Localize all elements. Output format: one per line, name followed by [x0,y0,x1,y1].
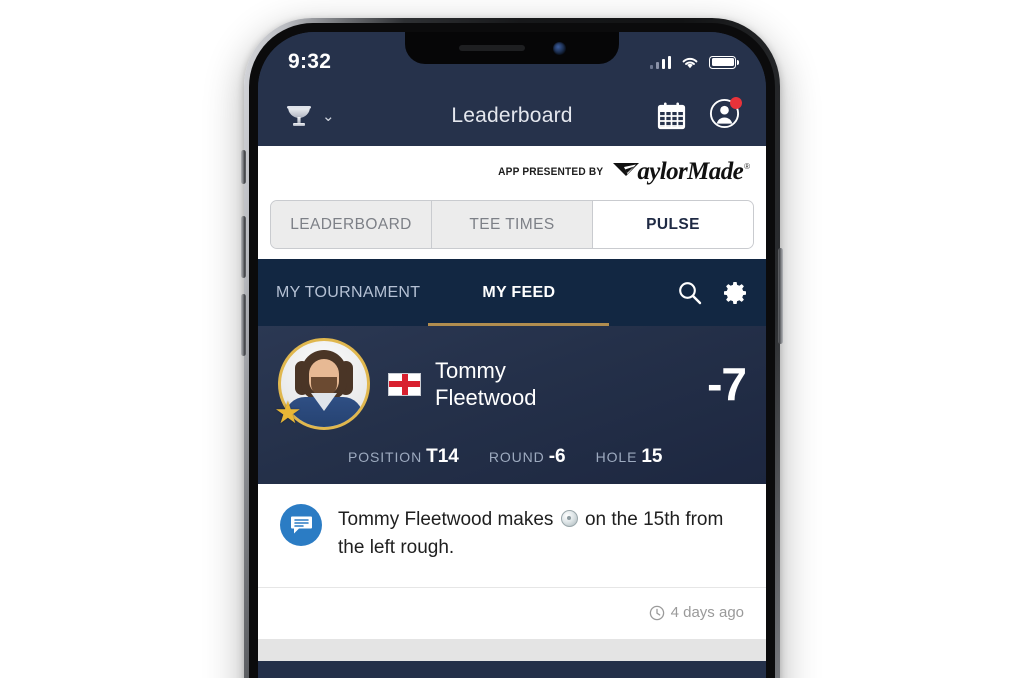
taylormade-wordmark: aylorMade [637,157,744,185]
phone-screen: 9:32 ⌄ Leaderboard APP PRESENTED BY aylo… [258,32,766,678]
stat-hole: HOLE 15 [596,446,663,468]
earpiece-speaker [458,45,525,51]
registered-mark: ® [744,161,750,171]
calendar-icon[interactable] [656,101,687,131]
status-bar-clock: 9:32 [288,50,332,73]
chevron-down-icon: ⌄ [322,108,335,125]
tournament-selector[interactable]: ⌄ [284,103,335,129]
phone-device-frame: 9:32 ⌄ Leaderboard APP PRESENTED BY aylo… [241,18,783,678]
feed-text-before: Tommy Fleetwood makes [338,509,554,530]
player-header: ★ Tommy Fleetwood -7 [274,338,747,430]
player-score: -7 [707,358,747,410]
feed-next-item-placeholder [258,639,766,662]
stat-position-value: T14 [426,446,459,467]
power-button[interactable] [778,248,783,344]
favorite-star-icon: ★ [274,395,302,430]
segmented-control-container: LEADERBOARD TEE TIMES PULSE [258,197,766,259]
player-card[interactable]: ★ Tommy Fleetwood -7 POSITION T14 ROUND … [258,326,766,484]
feed-item-text: Tommy Fleetwood makes on the 15th from t… [338,504,744,561]
feed-list: Tommy Fleetwood makes on the 15th from t… [258,484,766,662]
subtab-my-feed[interactable]: MY FEED [428,259,610,326]
taylormade-mark-icon [613,162,640,176]
profile-button[interactable] [709,97,742,134]
england-flag-icon [388,372,421,396]
player-avatar-wrap: ★ [274,338,370,430]
segmented-control: LEADERBOARD TEE TIMES PULSE [270,200,754,249]
tab-pulse[interactable]: PULSE [593,201,753,248]
sub-tab-bar: MY TOURNAMENT MY FEED [258,259,766,326]
player-first-name: Tommy [435,357,506,383]
volume-down-button[interactable] [241,294,246,356]
tab-tee-times[interactable]: TEE TIMES [432,201,593,248]
stat-position: POSITION T14 [348,446,459,468]
player-stats: POSITION T14 ROUND -6 HOLE 15 [348,446,746,468]
clock-icon [649,605,664,620]
speech-bubble-icon [290,516,312,534]
trophy-icon [287,106,311,126]
stat-round-label: ROUND [488,449,545,465]
stat-hole-label: HOLE [595,449,638,465]
feed-item-meta: 4 days ago [258,588,766,639]
volume-up-button[interactable] [241,216,246,278]
battery-icon [709,55,739,69]
subtab-my-tournament[interactable]: MY TOURNAMENT [276,259,420,326]
search-icon[interactable] [677,280,702,305]
sponsor-banner: APP PRESENTED BY aylorMade ® [258,146,766,197]
player-identity: Tommy Fleetwood [388,357,697,412]
player-last-name: Fleetwood [435,385,537,410]
taylormade-logo: aylorMade ® [612,158,750,186]
nav-actions [656,97,742,134]
wifi-icon [682,57,698,68]
stat-round: ROUND -6 [489,446,566,468]
stat-hole-value: 15 [641,446,663,467]
app-nav-bar: ⌄ Leaderboard [258,86,766,146]
notification-badge [730,97,742,109]
signal-bars-icon [649,55,671,69]
device-notch [405,32,619,64]
sponsor-label: APP PRESENTED BY [498,165,604,178]
stat-round-value: -6 [548,446,566,467]
feed-item[interactable]: Tommy Fleetwood makes on the 15th from t… [258,484,766,587]
subtab-actions [677,280,748,306]
player-name: Tommy Fleetwood [435,357,537,412]
silent-switch[interactable] [241,150,246,184]
gear-icon[interactable] [722,280,748,306]
phone-bezel: 9:32 ⌄ Leaderboard APP PRESENTED BY aylo… [241,23,783,678]
status-bar-indicators [649,55,739,70]
feed-timestamp: 4 days ago [670,604,744,622]
stat-position-label: POSITION [348,449,423,465]
screenshot-canvas: 9:32 ⌄ Leaderboard APP PRESENTED BY aylo… [0,0,1024,678]
front-camera [552,41,566,55]
comment-icon [280,504,322,546]
tab-leaderboard[interactable]: LEADERBOARD [271,201,432,248]
golf-ball-emoji [560,510,578,527]
